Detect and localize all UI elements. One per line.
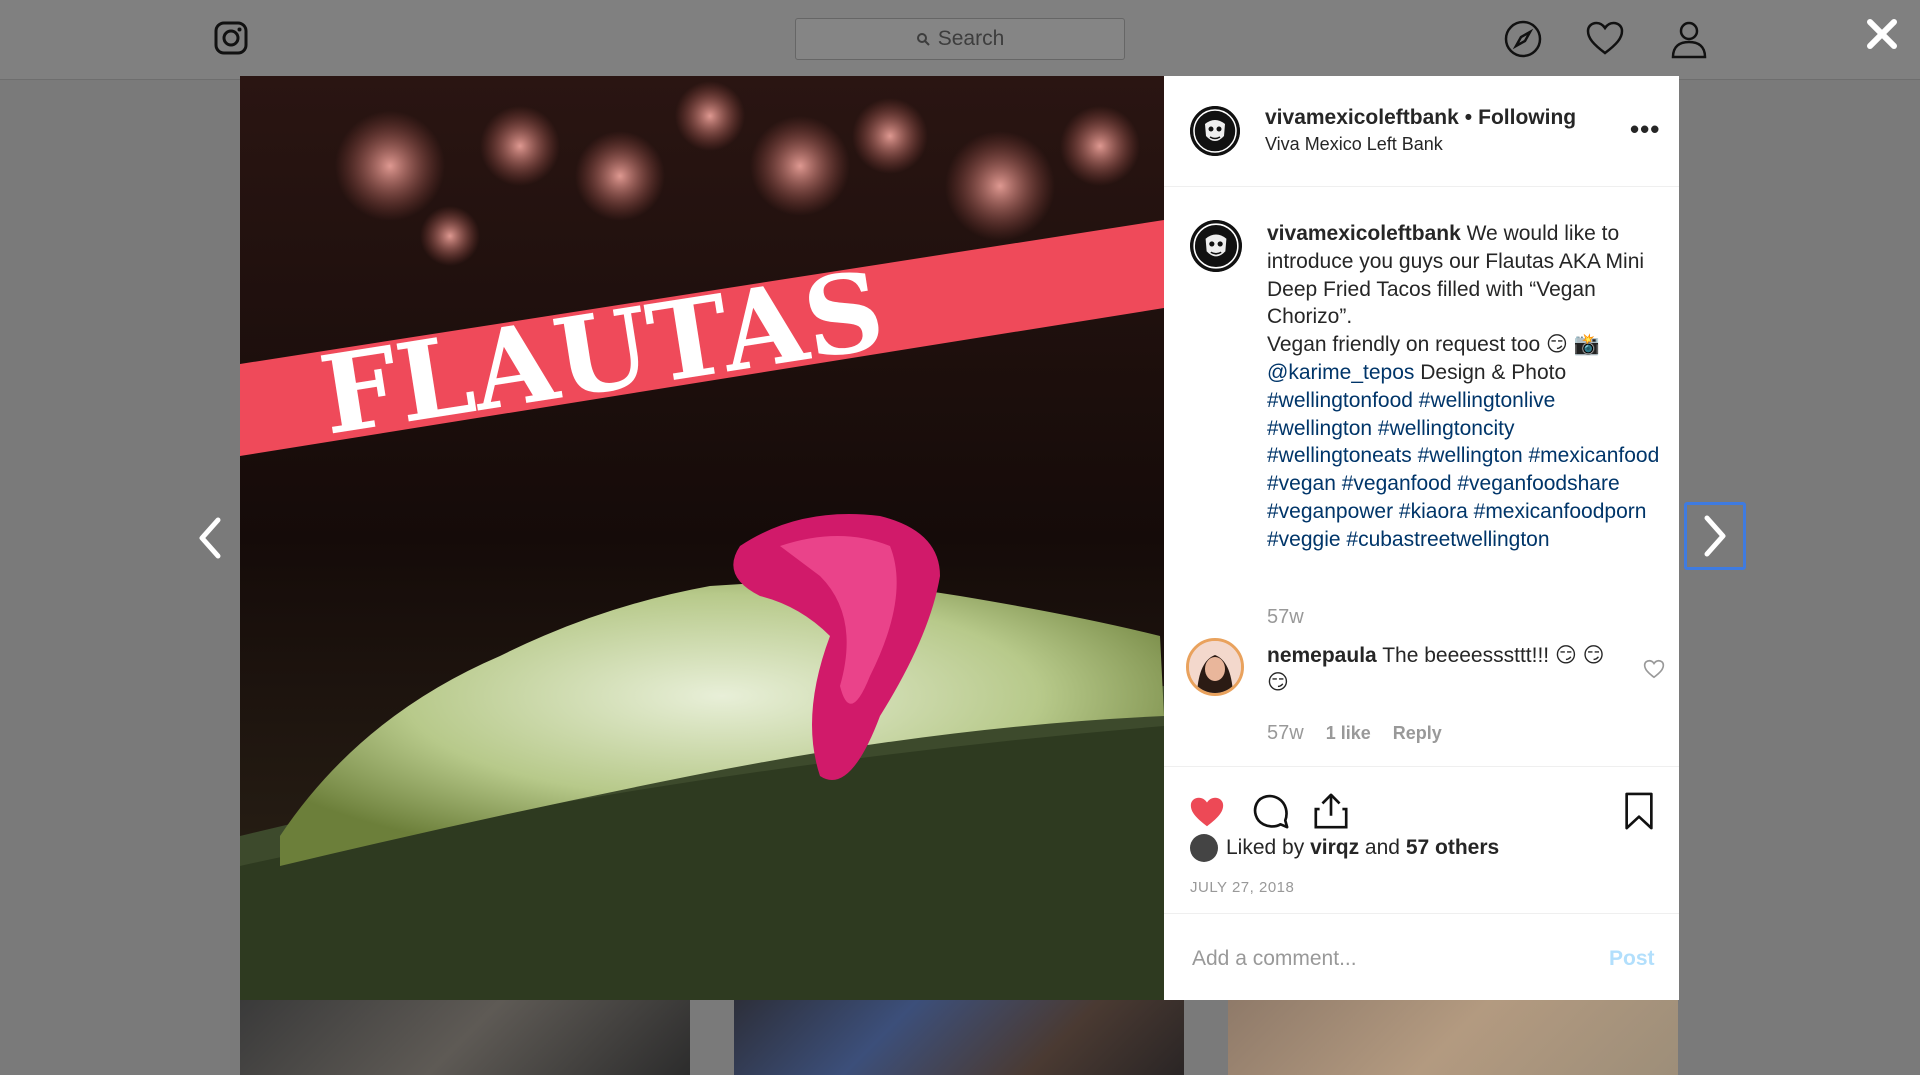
bookmark-icon[interactable] [1620,792,1658,830]
top-nav-bar: Search [0,0,1920,80]
next-post-arrow-icon[interactable] [1684,502,1746,570]
caption-line: Vegan friendly on request too 😏 📸 [1267,333,1600,357]
reply-button[interactable]: Reply [1393,723,1442,743]
post-location[interactable]: Viva Mexico Left Bank [1265,134,1443,155]
caption-timestamp[interactable]: 57w [1267,606,1304,629]
separator-dot: • [1464,106,1473,129]
comment-input[interactable] [1190,936,1574,982]
avatar[interactable] [1190,834,1218,862]
avatar[interactable] [1186,638,1244,696]
avatar[interactable] [1190,220,1242,272]
avatar[interactable] [1190,106,1240,156]
search-placeholder: Search [937,27,1005,50]
profile-icon[interactable] [1669,19,1709,59]
compass-icon[interactable] [1503,19,1543,59]
likes-summary: Liked by virqz and 57 others [1190,834,1499,862]
comment-username[interactable]: nemepaula [1267,644,1377,667]
heart-icon[interactable] [1585,19,1625,59]
caption-username[interactable]: vivamexicoleftbank [1267,222,1461,245]
comment-like-heart-icon[interactable] [1643,659,1665,679]
post-image[interactable]: FLAUTAS [240,76,1164,1000]
search-icon [916,33,930,46]
post-actions-bar [1164,766,1679,830]
post-date[interactable]: JULY 27, 2018 [1190,879,1294,896]
post-author: vivamexicoleftbank • Following [1265,106,1576,130]
grid-thumbnail[interactable] [240,1000,690,1075]
post-header: vivamexicoleftbank • Following Viva Mexico… [1164,76,1679,187]
previous-post-arrow-icon[interactable] [186,510,234,566]
grid-thumbnail[interactable] [1228,1000,1678,1075]
share-icon[interactable] [1312,792,1350,830]
author-username[interactable]: vivamexicoleftbank [1265,106,1459,129]
liker-username[interactable]: virqz [1310,836,1359,860]
comment-timestamp[interactable]: 57w [1267,722,1304,744]
post-caption: vivamexicoleftbank We would like to intr… [1267,220,1662,554]
post-comment-button[interactable]: Post [1609,947,1655,971]
post-details-panel: vivamexicoleftbank • Following Viva Mexico… [1164,76,1679,1000]
likes-prefix: Liked by [1226,836,1305,859]
comment-meta: 57w 1 like Reply [1267,722,1464,745]
comment-likes[interactable]: 1 like [1326,723,1371,743]
grid-thumbnail[interactable] [734,1000,1184,1075]
likes-others-link[interactable]: 57 others [1406,836,1499,860]
caption-line: Design & Photo [1414,360,1567,384]
mention-link[interactable]: @karime_tepos [1267,361,1414,384]
like-heart-icon[interactable] [1188,792,1226,830]
more-options-icon[interactable]: ••• [1630,114,1660,145]
follow-status[interactable]: Following [1478,106,1576,129]
comment-bubble-icon[interactable] [1252,792,1290,830]
hashtag-links[interactable]: #wellingtonfood #wellingtonlive #welling… [1267,389,1659,551]
likes-middle: and [1364,836,1400,859]
search-input[interactable]: Search [795,18,1125,60]
add-comment-section: Post [1164,913,1679,1001]
instagram-logo-icon[interactable] [214,21,248,55]
close-icon[interactable] [1862,14,1902,54]
comment: nemepaula The beeeesssttt!!! 😏 😏 😏 [1267,642,1607,696]
